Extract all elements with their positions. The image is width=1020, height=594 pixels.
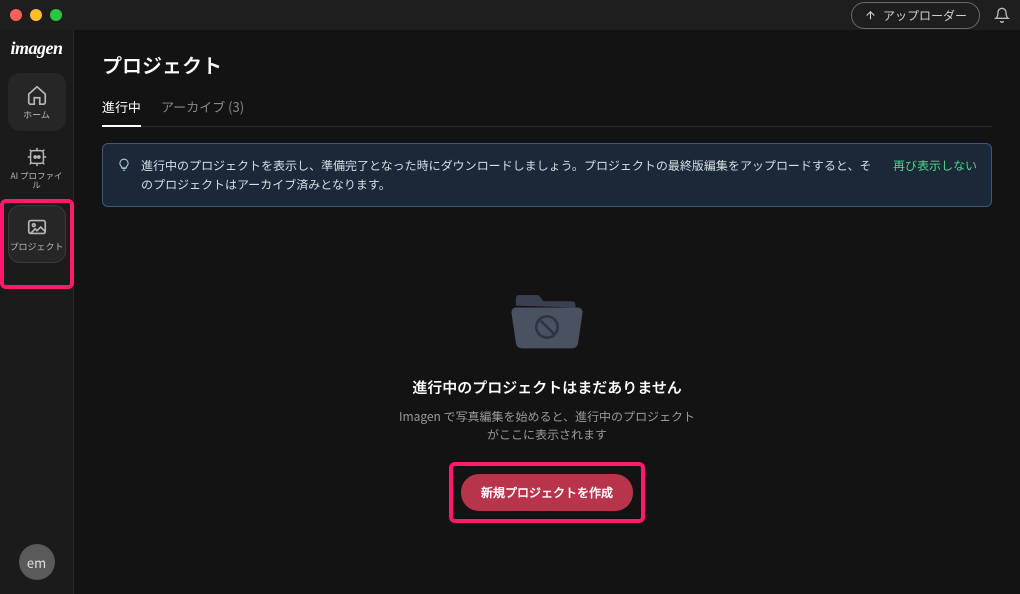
user-avatar[interactable]: em — [19, 544, 55, 580]
sidebar-item-label: AI プロファイル — [8, 172, 66, 191]
empty-description: Imagen で写真編集を始めると、進行中のプロジェクトがここに表示されます — [397, 408, 697, 444]
sidebar: imagen ホーム AI プロファイル プロジェクト em — [0, 30, 74, 594]
uploader-label: アップローダー — [883, 7, 967, 24]
projects-icon — [26, 216, 48, 238]
maximize-window-button[interactable] — [50, 9, 62, 21]
tab-archive[interactable]: アーカイブ (3) — [161, 97, 244, 126]
titlebar: アップローダー — [0, 0, 1020, 30]
tab-in-progress[interactable]: 進行中 — [102, 97, 141, 126]
banner-message: 進行中のプロジェクトを表示し、準備完了となった時にダウンロードしましょう。プロジ… — [141, 156, 883, 194]
sidebar-item-ai-profile[interactable]: AI プロファイル — [8, 139, 66, 197]
main-content: プロジェクト 進行中 アーカイブ (3) 進行中のプロジェクトを表示し、準備完了… — [74, 30, 1020, 594]
empty-folder-icon — [502, 279, 592, 359]
close-window-button[interactable] — [10, 9, 22, 21]
banner-dismiss-link[interactable]: 再び表示しない — [893, 156, 977, 175]
info-banner: 進行中のプロジェクトを表示し、準備完了となった時にダウンロードしましょう。プロジ… — [102, 143, 992, 207]
sidebar-item-label: ホーム — [23, 110, 50, 120]
notifications-icon[interactable] — [994, 7, 1010, 23]
uploader-button[interactable]: アップローダー — [851, 2, 980, 29]
tab-label: アーカイブ (3) — [161, 97, 244, 116]
window-controls — [10, 9, 62, 21]
tab-label: 進行中 — [102, 97, 141, 116]
empty-title: 進行中のプロジェクトはまだありません — [412, 377, 682, 398]
page-title: プロジェクト — [102, 50, 992, 79]
lightbulb-icon — [117, 158, 131, 172]
titlebar-right: アップローダー — [851, 2, 1010, 29]
app-logo[interactable]: imagen — [10, 38, 62, 59]
sidebar-item-label: プロジェクト — [9, 242, 63, 252]
home-icon — [26, 84, 48, 106]
avatar-initials: em — [27, 553, 46, 572]
tabs: 進行中 アーカイブ (3) — [102, 97, 992, 127]
empty-state: 進行中のプロジェクトはまだありません Imagen で写真編集を始めると、進行中… — [102, 227, 992, 574]
sidebar-item-projects[interactable]: プロジェクト — [8, 205, 66, 263]
create-project-label: 新規プロジェクトを作成 — [481, 486, 613, 500]
create-project-button[interactable]: 新規プロジェクトを作成 — [461, 474, 633, 511]
ai-profile-icon — [26, 146, 48, 168]
minimize-window-button[interactable] — [30, 9, 42, 21]
tutorial-highlight-cta: 新規プロジェクトを作成 — [449, 462, 645, 523]
upload-icon — [864, 9, 877, 22]
sidebar-item-home[interactable]: ホーム — [8, 73, 66, 131]
